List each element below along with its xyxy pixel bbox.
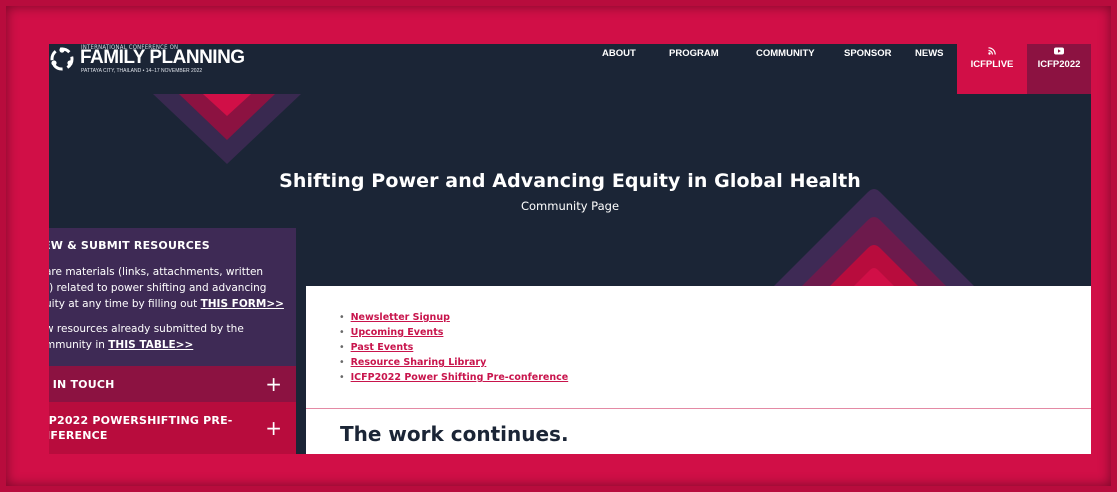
this-form-link[interactable]: THIS FORM>>	[201, 298, 284, 310]
section-heading: The work continues.	[340, 422, 569, 446]
list-item[interactable]: ICFP2022 Power Shifting Pre-conference	[339, 370, 569, 385]
accordion-label-line-2: NFERENCE	[49, 429, 108, 442]
logo-sub-text: PATTAYA CITY, THAILAND • 14–17 NOVEMBER …	[81, 68, 203, 74]
icfp2022-label: ICFP2022	[1037, 59, 1081, 70]
list-item[interactable]: Newsletter Signup	[339, 310, 568, 325]
accordion-preconference[interactable]: FP2022 POWERSHIFTING PRE- NFERENCE +	[49, 402, 296, 454]
nav-about[interactable]: ABOUT	[602, 48, 636, 59]
youtube-icon	[1027, 47, 1091, 57]
conference-logo-icon	[50, 47, 74, 71]
p1-line-1: are materials (links, attachments, writt…	[49, 266, 264, 278]
nav-sponsor[interactable]: SPONSOR	[844, 48, 892, 59]
plus-icon[interactable]: +	[265, 374, 282, 394]
list-item[interactable]: Resource Sharing Library	[339, 355, 568, 370]
page-subtitle: Community Page	[520, 199, 620, 213]
accordion-label-line-1: FP2022 POWERSHIFTING PRE-	[49, 414, 233, 427]
resources-paragraph-1: are materials (links, attachments, writt…	[49, 264, 284, 312]
this-table-link[interactable]: THIS TABLE>>	[108, 339, 193, 351]
resources-paragraph-2: w resources already submitted by the mmu…	[49, 321, 244, 353]
sidebar: EW & SUBMIT RESOURCES are materials (lin…	[49, 228, 296, 454]
p2-line-2: mmunity in	[49, 339, 109, 351]
link-newsletter-signup[interactable]: Newsletter Signup	[351, 312, 450, 323]
nav-program[interactable]: PROGRAM	[669, 48, 719, 59]
browser-viewport: INTERNATIONAL CONFERENCE ON FAMILY PLANN…	[49, 44, 1091, 454]
nav-community[interactable]: COMMUNITY	[756, 48, 815, 59]
link-past-events[interactable]: Past Events	[351, 342, 414, 353]
resources-panel: EW & SUBMIT RESOURCES are materials (lin…	[49, 228, 296, 366]
rss-icon	[957, 47, 1027, 57]
accordion-get-in-touch[interactable]: T IN TOUCH +	[49, 366, 296, 402]
icfplive-label: ICFPLIVE	[970, 59, 1014, 70]
link-preconference[interactable]: ICFP2022 Power Shifting Pre-conference	[351, 372, 569, 383]
nav-news[interactable]: NEWS	[915, 48, 944, 59]
list-item[interactable]: Past Events	[339, 340, 568, 355]
p2-line-1: w resources already submitted by the	[49, 323, 244, 335]
logo-main-text: FAMILY PLANNING	[80, 47, 245, 68]
quick-links-list: Newsletter Signup Upcoming Events Past E…	[339, 310, 569, 385]
link-upcoming-events[interactable]: Upcoming Events	[351, 327, 444, 338]
main-content: Newsletter Signup Upcoming Events Past E…	[306, 286, 1091, 454]
icfp-logo[interactable]: INTERNATIONAL CONFERENCE ON FAMILY PLANN…	[49, 44, 249, 80]
p1-line-3: uity at any time by filling out	[49, 298, 201, 310]
accordion-label: T IN TOUCH	[52, 378, 115, 391]
list-item[interactable]: Upcoming Events	[339, 325, 568, 340]
section-divider	[306, 408, 1091, 409]
resources-heading: EW & SUBMIT RESOURCES	[49, 239, 210, 252]
plus-icon[interactable]: +	[265, 418, 282, 438]
link-resource-sharing-library[interactable]: Resource Sharing Library	[351, 357, 487, 368]
accordion-label: FP2022 POWERSHIFTING PRE- NFERENCE	[49, 413, 233, 443]
icfplive-button[interactable]: ICFPLIVE	[957, 44, 1027, 94]
icfp2022-youtube-button[interactable]: ICFP2022	[1027, 44, 1091, 94]
p1-line-2: t) related to power shifting and advanci…	[49, 282, 267, 294]
page-title: Shifting Power and Advancing Equity in G…	[279, 170, 861, 192]
